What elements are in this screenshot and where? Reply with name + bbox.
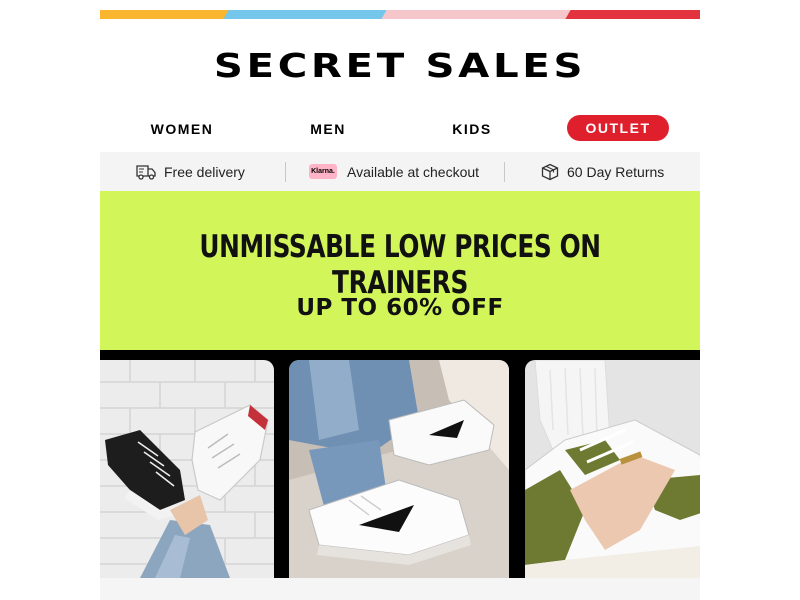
product-gallery: [100, 350, 700, 578]
nav-item-outlet[interactable]: OUTLET: [567, 115, 669, 141]
nike-sneakers-photo: [289, 360, 509, 578]
hero-banner[interactable]: UNMISSABLE LOW PRICES ON TRAINERS UP TO …: [100, 191, 700, 350]
footer-band: [100, 578, 700, 600]
benefit-divider: [285, 162, 286, 182]
hero-subheadline: UP TO 60% OFF: [296, 295, 504, 321]
puma-sneakers-photo: [525, 360, 700, 578]
returns-box-icon: [541, 163, 559, 181]
benefits-bar: Free delivery Klarna. Available at check…: [100, 152, 700, 191]
email-container: SECRET SALES WOMEN MEN KIDS OUTLET Free …: [100, 0, 700, 600]
hero-headline: UNMISSABLE LOW PRICES ON TRAINERS: [199, 229, 601, 301]
benefit-returns[interactable]: 60 Day Returns: [541, 152, 664, 191]
stripe-segment-red: [565, 10, 700, 19]
product-image-nike[interactable]: [289, 360, 509, 578]
stripe-segment-blue: [223, 10, 391, 19]
nav-item-kids[interactable]: KIDS: [436, 115, 508, 143]
converse-sneakers-photo: [100, 360, 274, 578]
benefit-label: Available at checkout: [347, 163, 480, 180]
benefit-divider: [504, 162, 505, 182]
benefit-free-delivery[interactable]: Free delivery: [136, 152, 245, 191]
product-image-converse[interactable]: [100, 360, 274, 578]
delivery-truck-icon: [136, 164, 156, 180]
color-stripe: [100, 10, 700, 19]
stripe-segment-yellow: [100, 10, 233, 19]
benefit-klarna[interactable]: Klarna. Available at checkout: [309, 152, 479, 191]
klarna-logo: Klarna.: [309, 164, 337, 179]
stripe-segment-pink: [381, 10, 575, 19]
nav-item-men[interactable]: MEN: [290, 115, 366, 143]
nav-item-women[interactable]: WOMEN: [130, 115, 234, 143]
main-nav: WOMEN MEN KIDS OUTLET: [100, 115, 700, 143]
product-image-puma[interactable]: [525, 360, 700, 578]
benefit-label: 60 Day Returns: [567, 163, 665, 180]
benefit-label: Free delivery: [164, 163, 245, 180]
brand-logo[interactable]: SECRET SALES: [34, 46, 766, 85]
